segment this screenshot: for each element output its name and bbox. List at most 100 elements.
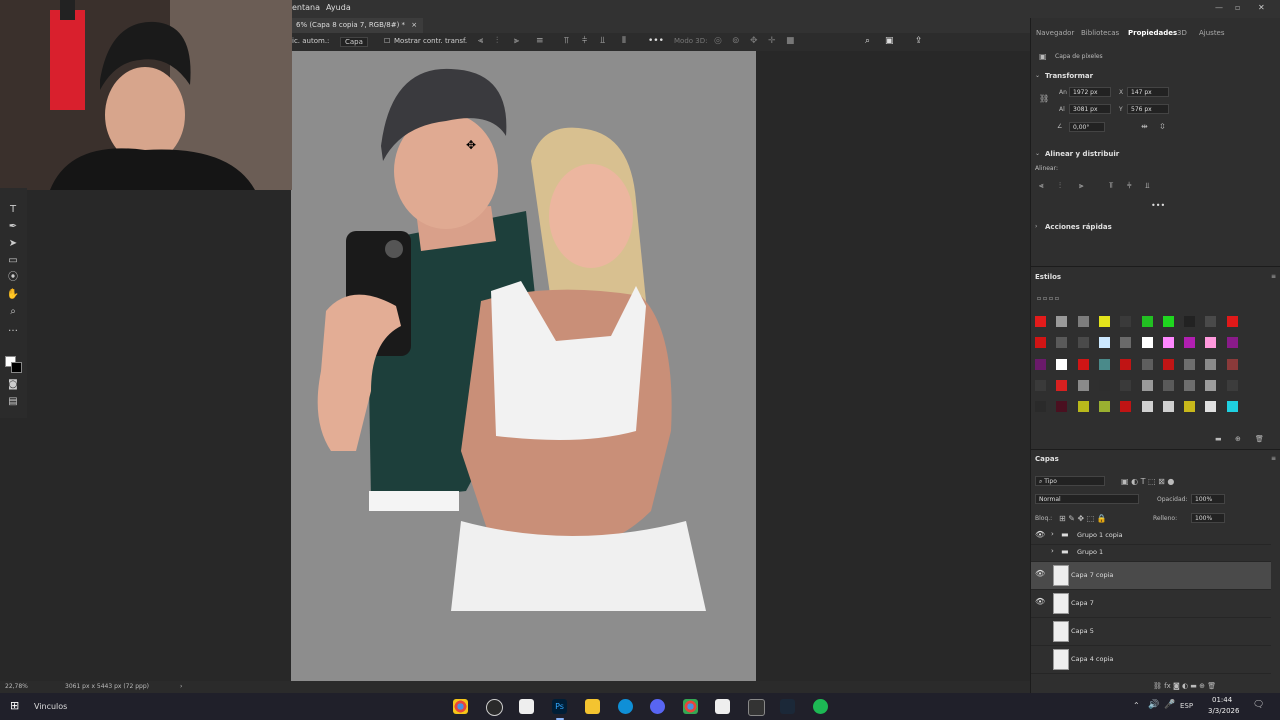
- pan-3d-icon[interactable]: ✥: [750, 36, 758, 46]
- distribute-icon[interactable]: ≡: [536, 36, 544, 46]
- visibility-eye-icon[interactable]: 👁: [1035, 530, 1045, 539]
- steam-icon[interactable]: [780, 699, 795, 714]
- chevron-down-icon[interactable]: ⌄: [1035, 150, 1040, 157]
- share-icon[interactable]: ⇪: [915, 36, 923, 46]
- status-arrow-icon[interactable]: ›: [180, 683, 182, 690]
- style-swatch[interactable]: [1056, 401, 1068, 413]
- style-swatch[interactable]: [1056, 379, 1068, 391]
- more-align-options-icon[interactable]: •••: [1151, 201, 1165, 210]
- show-transform-checkbox[interactable]: ☐: [384, 37, 390, 45]
- style-swatch[interactable]: [1035, 316, 1046, 327]
- new-style-icon[interactable]: ⊕: [1235, 435, 1241, 443]
- style-swatch[interactable]: [1162, 337, 1174, 349]
- menu-item-ayuda[interactable]: Ayuda: [326, 3, 351, 12]
- style-swatch[interactable]: [1056, 358, 1068, 370]
- layer-row[interactable]: › ▬ Grupo 1: [1031, 545, 1271, 562]
- style-swatch[interactable]: [1120, 337, 1132, 349]
- panel-menu-icon[interactable]: ≡: [1271, 455, 1276, 462]
- tab-3d[interactable]: 3D: [1177, 29, 1187, 37]
- clock-date[interactable]: 3/3/2026: [1208, 707, 1239, 715]
- language-indicator[interactable]: ESP: [1180, 702, 1193, 710]
- style-swatch[interactable]: [1205, 337, 1217, 349]
- style-swatch[interactable]: [1077, 316, 1089, 327]
- style-swatch[interactable]: [1098, 401, 1110, 413]
- align-left-icon[interactable]: ⫷: [478, 36, 483, 46]
- align-right-edges-icon[interactable]: ⫸: [1079, 181, 1084, 191]
- style-swatch[interactable]: [1077, 401, 1089, 413]
- align-center-icon[interactable]: ⫶: [496, 36, 498, 46]
- minimize-icon[interactable]: —: [1215, 3, 1223, 12]
- align-left-edges-icon[interactable]: ⫷: [1039, 181, 1044, 191]
- quick-mask-icon[interactable]: ◙: [6, 378, 20, 392]
- link-icon[interactable]: ⛓: [1039, 94, 1049, 103]
- filter-icons[interactable]: ▣ ◐ T ⬚ ⊠ ●: [1121, 477, 1174, 486]
- align-bottom-edges-icon[interactable]: ⫫: [1145, 181, 1150, 191]
- style-swatch[interactable]: [1162, 358, 1174, 370]
- style-swatch[interactable]: [1184, 316, 1196, 327]
- layer-row[interactable]: 👁 Capa 7 copia: [1031, 562, 1271, 590]
- style-swatch[interactable]: [1035, 337, 1046, 349]
- document-canvas[interactable]: ✥: [291, 51, 756, 681]
- chrome-profile-icon[interactable]: [683, 699, 698, 714]
- menu-item-ventana[interactable]: entana: [292, 3, 320, 12]
- x-field[interactable]: 147 px: [1127, 87, 1169, 97]
- style-swatch[interactable]: [1141, 316, 1153, 327]
- obs-icon[interactable]: [486, 699, 503, 716]
- capcut-icon[interactable]: [519, 699, 534, 714]
- layer-filter-dropdown[interactable]: ⌕ Tipo: [1035, 476, 1105, 486]
- clock-time[interactable]: 01:44: [1212, 696, 1232, 704]
- pen-tool-icon[interactable]: ✒: [6, 220, 20, 234]
- edge-icon[interactable]: [618, 699, 633, 714]
- dropper-tool-icon[interactable]: ⦿: [6, 271, 20, 285]
- delete-style-icon[interactable]: 🗑: [1255, 435, 1264, 443]
- align-middle-icon[interactable]: ⫩: [582, 36, 587, 46]
- chevron-right-icon[interactable]: ›: [1051, 547, 1061, 555]
- scale-3d-icon[interactable]: ■: [786, 36, 795, 46]
- style-swatch[interactable]: [1226, 358, 1238, 370]
- close-tab-icon[interactable]: ×: [411, 21, 417, 29]
- style-swatch[interactable]: [1056, 316, 1068, 327]
- workspace-icon[interactable]: ▣: [885, 36, 894, 46]
- style-swatch[interactable]: [1184, 401, 1196, 413]
- maximize-icon[interactable]: ▫: [1235, 3, 1240, 12]
- align-horizontal-centers-icon[interactable]: ⫶: [1059, 181, 1061, 191]
- distribute-vertical-icon[interactable]: ⦀: [622, 36, 626, 46]
- tab-navegador[interactable]: Navegador: [1036, 29, 1074, 37]
- spotify-icon[interactable]: [813, 699, 828, 714]
- style-swatch[interactable]: [1098, 358, 1110, 370]
- layer-row[interactable]: Capa 4 copia: [1031, 646, 1271, 674]
- align-bottom-icon[interactable]: ⫫: [600, 36, 605, 46]
- close-window-icon[interactable]: ✕: [1258, 3, 1265, 12]
- align-top-icon[interactable]: ⫪: [564, 36, 569, 46]
- background-color-swatch[interactable]: [11, 362, 22, 373]
- orbit-3d-icon[interactable]: ◎: [714, 36, 722, 46]
- style-swatch[interactable]: [1184, 337, 1196, 349]
- layer-bottom-icons[interactable]: ⛓ fx ◙ ◐ ▬ ⊕ 🗑: [1153, 682, 1216, 690]
- new-folder-icon[interactable]: ▬: [1215, 435, 1222, 443]
- style-swatch[interactable]: [1120, 316, 1132, 327]
- chevron-right-icon[interactable]: ›: [1051, 530, 1061, 538]
- more-tools-icon[interactable]: …: [6, 322, 20, 336]
- width-field[interactable]: 1972 px: [1069, 87, 1111, 97]
- style-swatch[interactable]: [1226, 379, 1238, 391]
- editor-icon[interactable]: [748, 699, 765, 716]
- flip-vertical-icon[interactable]: ⇳: [1159, 122, 1166, 131]
- style-swatch[interactable]: [1184, 358, 1196, 370]
- taskbar-app-label[interactable]: Vinculos: [34, 702, 67, 711]
- style-swatch[interactable]: [1162, 379, 1174, 391]
- layer-row[interactable]: Capa 5: [1031, 618, 1271, 646]
- align-right-icon[interactable]: ⫸: [514, 36, 519, 46]
- style-swatch[interactable]: [1141, 358, 1153, 370]
- fill-field[interactable]: 100%: [1191, 513, 1225, 523]
- align-top-edges-icon[interactable]: ⫪: [1109, 181, 1114, 191]
- tab-bibliotecas[interactable]: Bibliotecas: [1081, 29, 1119, 37]
- path-select-tool-icon[interactable]: ➤: [6, 237, 20, 251]
- style-swatch[interactable]: [1162, 401, 1174, 413]
- photoshop-icon[interactable]: Ps: [552, 699, 567, 720]
- lock-icons[interactable]: ⊞ ✎ ✥ ⬚ 🔒: [1059, 514, 1107, 523]
- layer-row[interactable]: 👁 Capa 7: [1031, 590, 1271, 618]
- document-tab[interactable]: 6% (Capa 8 copia 7, RGB/8#) * ×: [290, 18, 424, 33]
- style-swatch[interactable]: [1205, 358, 1217, 370]
- file-explorer-icon[interactable]: [585, 699, 600, 714]
- style-swatch[interactable]: [1098, 316, 1110, 327]
